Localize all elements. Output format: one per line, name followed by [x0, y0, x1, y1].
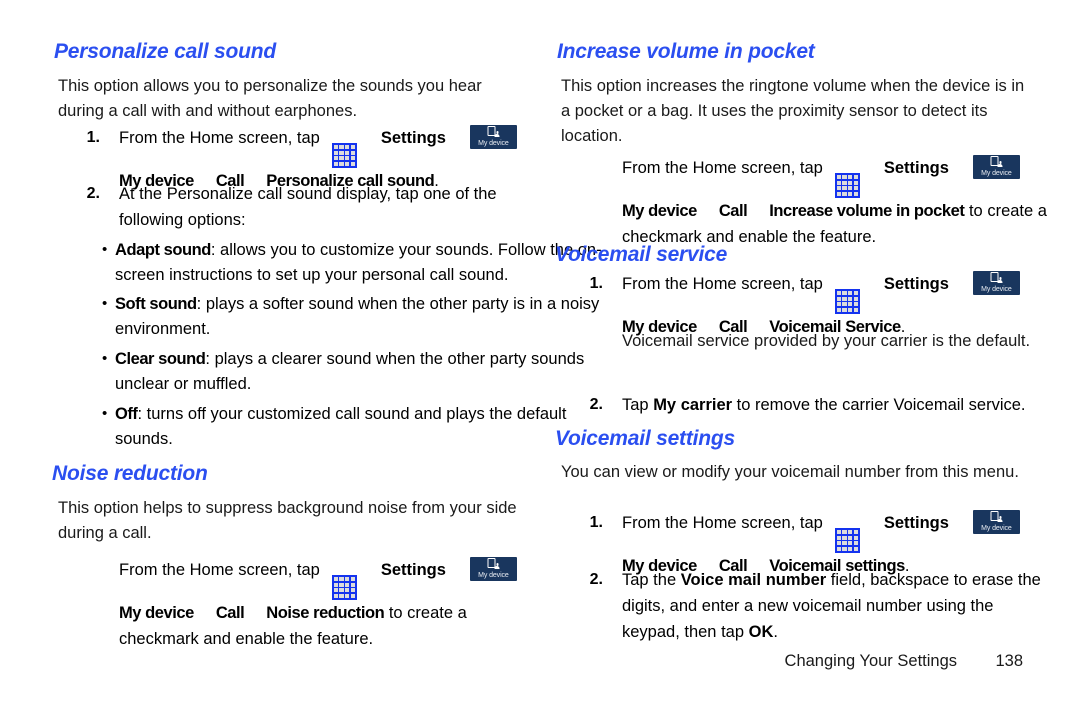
term-ok: OK — [748, 623, 774, 641]
heading-noise-reduction: Noise reduction — [52, 462, 208, 485]
term-voice-mail-number: Voice mail number — [680, 571, 827, 589]
heading-voicemail-service: Voicemail service — [555, 243, 728, 266]
my-device-tab-icon[interactable]: My device — [972, 510, 1020, 534]
option-adapt-sound: • Adapt sound: allows you to customize y… — [102, 238, 602, 288]
settings-label: Settings — [883, 159, 949, 177]
noise-reduction-intro-text: This option helps to suppress background… — [58, 499, 517, 542]
heading-increase-volume-in-pocket: Increase volume in pocket — [557, 40, 815, 63]
apps-grid-icon[interactable] — [834, 172, 860, 198]
apps-grid-icon[interactable] — [331, 574, 357, 600]
step-personalize-2: 2. At the Personalize call sound display… — [74, 181, 534, 233]
my-device-icon-label: My device — [478, 140, 509, 147]
step-lead-text: From the Home screen, tap — [622, 159, 823, 177]
my-device-icon-label: My device — [981, 525, 1012, 532]
term-my-carrier: My carrier — [653, 396, 733, 414]
bullet-icon: • — [102, 295, 108, 312]
step-lead-text: From the Home screen, tap — [622, 275, 823, 293]
step-post-text: . — [773, 623, 778, 641]
nav-increase-volume-in-pocket: Increase volume in pocket — [769, 201, 965, 220]
apps-grid-icon[interactable] — [834, 527, 860, 553]
heading-personalize-call-sound: Personalize call sound — [54, 40, 277, 63]
step-number: 1. — [589, 275, 603, 292]
settings-label: Settings — [883, 514, 949, 532]
step-number: 1. — [589, 514, 603, 531]
option-soft-sound: • Soft sound: plays a softer sound when … — [102, 292, 602, 342]
my-device-tab-icon[interactable]: My device — [469, 557, 517, 581]
page-footer: Changing Your Settings 138 — [553, 652, 1023, 671]
nav-my-device: My device — [622, 201, 697, 220]
increase-volume-intro-text: This option increases the ringtone volum… — [561, 77, 1025, 145]
my-device-icon-label: My device — [981, 286, 1012, 293]
step-number: 1. — [86, 129, 100, 146]
my-device-tab-icon[interactable]: My device — [972, 271, 1020, 295]
nav-call: Call — [215, 603, 245, 622]
voicemail-settings-intro-text: You can view or modify your voicemail nu… — [561, 463, 1019, 481]
step-voicemail-service-2: 2. Tap My carrier to remove the carrier … — [577, 392, 1047, 418]
voicemail-service-note: Voicemail service provided by your carri… — [622, 332, 1031, 350]
step-noise-reduction: From the Home screen, tap Settings My devi… — [74, 557, 544, 652]
nav-noise-reduction: Noise reduction — [266, 603, 385, 622]
my-device-icon-label: My device — [478, 572, 509, 579]
step-lead-text: From the Home screen, tap — [622, 514, 823, 532]
nav-my-device: My device — [119, 603, 194, 622]
footer-page-number: 138 — [995, 652, 1023, 670]
apps-grid-icon[interactable] — [834, 288, 860, 314]
step-text: At the Personalize call sound display, t… — [119, 185, 497, 229]
my-device-tab-icon[interactable]: My device — [469, 125, 517, 149]
option-term: Adapt sound — [115, 241, 211, 259]
step-number: 2. — [86, 185, 100, 202]
option-term: Soft sound — [115, 295, 197, 313]
step-number: 2. — [589, 396, 603, 413]
my-device-icon-label: My device — [981, 170, 1012, 177]
step-lead-text: From the Home screen, tap — [119, 129, 320, 147]
footer-chapter-title: Changing Your Settings — [784, 652, 957, 670]
step-number: 2. — [589, 571, 603, 588]
manual-page: Personalize call sound This option allow… — [0, 0, 1080, 720]
option-clear-sound: • Clear sound: plays a clearer sound whe… — [102, 347, 592, 397]
heading-voicemail-settings: Voicemail settings — [555, 427, 736, 450]
step-lead-text: From the Home screen, tap — [119, 561, 320, 579]
my-device-tab-icon[interactable]: My device — [972, 155, 1020, 179]
option-desc: : turns off your customized call sound a… — [115, 405, 567, 448]
step-pre-text: Tap — [622, 396, 654, 414]
settings-label: Settings — [380, 129, 446, 147]
option-off: • Off: turns off your customized call so… — [102, 402, 602, 452]
step-voicemail-settings-2: 2. Tap the Voice mail number field, back… — [577, 567, 1047, 645]
option-term: Clear sound — [115, 350, 206, 368]
bullet-icon: • — [102, 405, 108, 422]
bullet-icon: • — [102, 350, 108, 367]
settings-label: Settings — [380, 561, 446, 579]
nav-call: Call — [718, 201, 748, 220]
personalize-intro-text: This option allows you to personalize th… — [58, 77, 482, 120]
step-pre-text: Tap the — [622, 571, 681, 589]
option-term: Off — [115, 405, 138, 423]
settings-label: Settings — [883, 275, 949, 293]
bullet-icon: • — [102, 241, 108, 258]
apps-grid-icon[interactable] — [331, 142, 357, 168]
step-post-text: to remove the carrier Voicemail service. — [732, 396, 1026, 414]
step-increase-volume: From the Home screen, tap Settings My devi… — [577, 155, 1047, 250]
